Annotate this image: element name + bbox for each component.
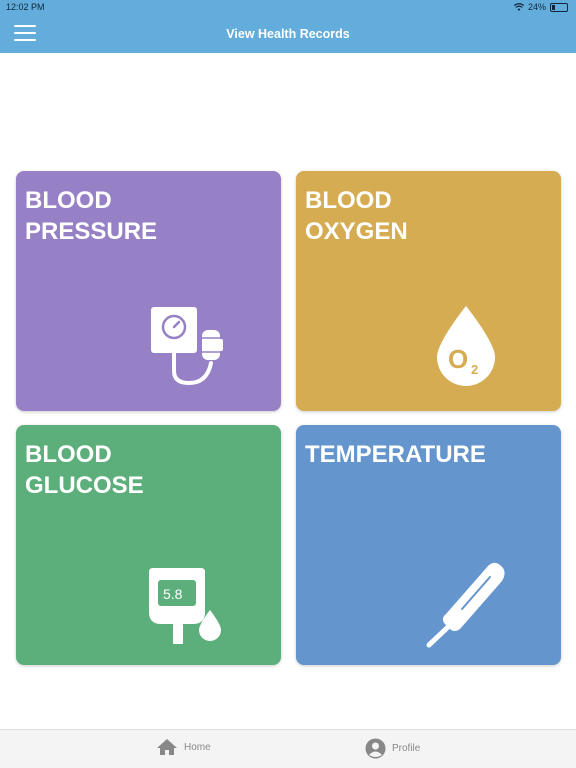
thermometer-icon — [426, 562, 505, 648]
nav-bar: View Health Records — [0, 16, 576, 53]
oxygen-drop-icon: O 2 — [437, 306, 495, 386]
oxygen-symbol: O — [448, 344, 468, 374]
tile-label-blood-glucose: BLOOD GLUCOSE — [25, 441, 144, 499]
tile-label-temperature: TEMPERATURE — [305, 441, 486, 468]
battery-icon — [550, 2, 568, 12]
blood-pressure-tile[interactable]: BLOOD PRESSURE — [16, 171, 281, 411]
oxygen-subscript: 2 — [471, 362, 478, 377]
glucose-meter-icon: 5.8 — [149, 568, 221, 644]
status-indicators: 24% — [513, 2, 568, 12]
temperature-tile[interactable]: TEMPERATURE — [296, 425, 561, 665]
tile-label-blood-pressure: BLOOD PRESSURE — [25, 187, 158, 245]
home-icon — [157, 739, 177, 755]
tab-profile-label: Profile — [392, 743, 421, 754]
tab-home[interactable]: Home — [156, 738, 211, 756]
tile-label-blood-oxygen: BLOOD OXYGEN — [305, 187, 408, 245]
blood-glucose-tile[interactable]: BLOOD GLUCOSE 5.8 — [16, 425, 281, 665]
blood-oxygen-tile[interactable]: BLOOD OXYGEN O 2 — [296, 171, 561, 411]
status-time: 12:02 PM — [6, 2, 45, 12]
status-bar: 12:02 PM 24% — [0, 0, 576, 16]
battery-level — [552, 4, 555, 10]
profile-icon — [365, 738, 386, 759]
blood-pressure-monitor-icon — [151, 307, 223, 386]
glucose-reading: 5.8 — [163, 586, 183, 602]
battery-percentage: 24% — [527, 2, 546, 12]
tab-profile[interactable]: Profile — [365, 738, 420, 759]
tab-bar: Home Profile — [0, 729, 576, 768]
tab-home-label: Home — [184, 741, 211, 753]
wifi-icon — [513, 3, 524, 11]
page-title: View Health Records — [226, 27, 350, 41]
